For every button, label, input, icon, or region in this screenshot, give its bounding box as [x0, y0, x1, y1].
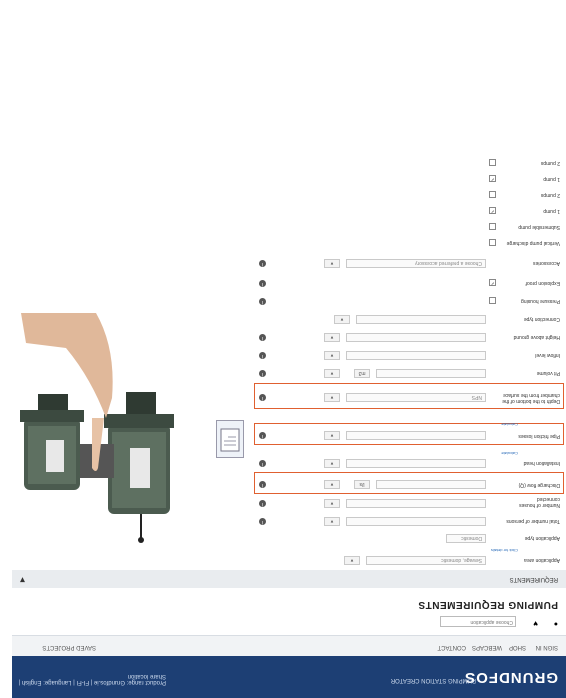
field-label: Connection type: [523, 316, 560, 322]
unit-box: ▾: [324, 259, 340, 268]
user-icon[interactable]: ●: [554, 620, 558, 627]
field-label: Application type: [524, 535, 560, 541]
field-input[interactable]: [376, 369, 486, 378]
field-input[interactable]: [346, 431, 486, 440]
field-input[interactable]: Sewage, domestic: [366, 556, 486, 565]
search-input[interactable]: Choose application: [440, 616, 516, 627]
field-input[interactable]: [346, 499, 486, 508]
field-label: Discharge flow (Q): [518, 482, 560, 488]
brand-tagline: PUMPING STATION CREATOR: [390, 677, 476, 683]
info-icon[interactable]: i: [259, 260, 266, 267]
info-icon[interactable]: i: [259, 394, 266, 401]
field-input[interactable]: [346, 351, 486, 360]
info-icon[interactable]: i: [259, 500, 266, 507]
document-icon: [220, 428, 240, 452]
checkbox[interactable]: ✓: [489, 175, 496, 182]
chevron-down-icon[interactable]: ▾: [20, 574, 25, 585]
check-label: 1 pump: [543, 208, 560, 214]
page-title: PUMPING REQUIREMENTS: [417, 599, 558, 610]
search-row: ● ♥ Choose application: [12, 614, 566, 630]
field-input[interactable]: [346, 333, 486, 342]
info-icon[interactable]: i: [259, 280, 266, 287]
info-icon[interactable]: i: [259, 298, 266, 305]
info-icon[interactable]: i: [259, 352, 266, 359]
field-input[interactable]: [376, 480, 486, 489]
unit-box: ▾: [334, 315, 350, 324]
subnav-item-2[interactable]: WEBCAPS: [472, 644, 502, 650]
check-label: Vertical pump discharge: [506, 240, 560, 246]
field-label: Application area: [524, 557, 560, 563]
section-label: REQUIREMENTS: [509, 576, 558, 582]
subnav-item-5[interactable]: SAVED PROJECTS: [42, 644, 96, 650]
unit-box: ▾: [324, 393, 340, 402]
checkbox[interactable]: ✓: [489, 207, 496, 214]
info-icon[interactable]: i: [259, 460, 266, 467]
unit-box: ▾: [324, 369, 340, 378]
rotated-page: GRUNDFOS PUMPING STATION CREATOR Product…: [0, 0, 566, 698]
check-label: 2 pumps: [540, 192, 560, 198]
check-label: 2 pumps: [540, 160, 560, 166]
unit-box: ▾: [324, 459, 340, 468]
requirements-section-bar[interactable]: REQUIREMENTS ▾: [12, 570, 566, 588]
unit-box: ▾: [324, 480, 340, 489]
brand-logo[interactable]: GRUNDFOS: [464, 669, 558, 686]
pump-illustration: [20, 313, 174, 543]
brand-right-text[interactable]: Product range: Grundfos.ie | FI-FI | Lan…: [16, 673, 166, 685]
check-label: Submersible pump: [518, 224, 560, 230]
product-photo: [16, 313, 176, 548]
unit-box: m3: [354, 369, 370, 378]
unit-box: ▾: [324, 499, 340, 508]
info-icon[interactable]: i: [259, 334, 266, 341]
subnav-item-1[interactable]: SHOP: [509, 644, 526, 650]
dropdown-button[interactable]: ▾: [344, 556, 360, 565]
check-label: 1 pump: [543, 176, 560, 182]
field-link[interactable]: Click for details: [491, 548, 518, 553]
checkbox[interactable]: [489, 159, 496, 166]
checkbox[interactable]: [489, 239, 496, 246]
info-icon[interactable]: i: [259, 432, 266, 439]
unit-box: ▾: [324, 351, 340, 360]
brand-bar: GRUNDFOS PUMPING STATION CREATOR Product…: [12, 656, 566, 698]
field-label: Depth to the bottom of the chamber from …: [502, 392, 560, 404]
field-input[interactable]: [346, 459, 486, 468]
field-label: Height above ground: [513, 334, 560, 340]
sub-navigation: SIGN IN SHOP WEBCAPS CONTACT SAVED PROJE…: [12, 635, 566, 656]
unit-box: ▾: [324, 517, 340, 526]
checkbox[interactable]: ✓: [489, 279, 496, 286]
field-input[interactable]: [346, 517, 486, 526]
info-icon[interactable]: i: [259, 481, 266, 488]
checkbox[interactable]: [489, 223, 496, 230]
field-link[interactable]: Calculate: [501, 422, 518, 427]
field-label: Number of houses connected: [519, 496, 560, 508]
info-icon[interactable]: i: [259, 518, 266, 525]
check-label: Explosion proof: [525, 280, 560, 286]
unit-box: ▾: [324, 333, 340, 342]
field-label: Inflow level: [535, 352, 560, 358]
field-label: Installation head: [523, 460, 560, 466]
checkbox[interactable]: [489, 297, 496, 304]
field-label: Pit volume: [536, 370, 560, 376]
checkbox[interactable]: [489, 191, 496, 198]
field-input[interactable]: Domestic: [446, 534, 486, 543]
unit-box: l/s: [354, 480, 370, 489]
preview-thumbnail[interactable]: [216, 420, 244, 458]
field-label: Accessories: [533, 260, 560, 266]
subnav-item-3[interactable]: CONTACT: [437, 644, 466, 650]
field-input[interactable]: NPS: [346, 393, 486, 402]
field-input[interactable]: [356, 315, 486, 324]
subnav-item-0[interactable]: SIGN IN: [536, 644, 558, 650]
field-link[interactable]: Calculate: [501, 451, 518, 456]
heart-icon[interactable]: ♥: [533, 619, 538, 628]
check-label: Pressure housing: [521, 298, 560, 304]
unit-box: ▾: [324, 431, 340, 440]
field-label: Total number of persons: [506, 518, 560, 524]
accessories-input[interactable]: Choose a preferred accessory: [346, 259, 486, 268]
info-icon[interactable]: i: [259, 370, 266, 377]
field-label: Pipe friction losses: [518, 433, 560, 439]
